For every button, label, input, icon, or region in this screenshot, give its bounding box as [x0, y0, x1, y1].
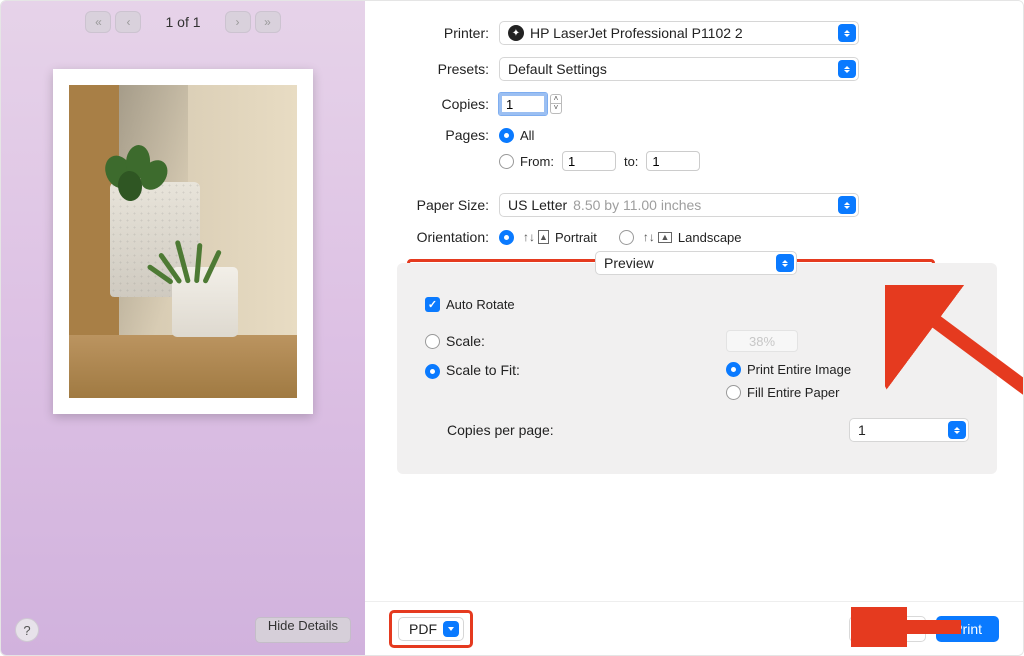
orientation-landscape-radio[interactable]: [619, 230, 634, 245]
copies-per-page-label: Copies per page:: [447, 422, 554, 438]
paper-size-label: Paper Size:: [391, 197, 499, 213]
page-counter: 1 of 1: [165, 14, 200, 30]
printer-value: HP LaserJet Professional P1102 2: [530, 25, 743, 41]
pages-from-input[interactable]: [562, 151, 616, 171]
print-button[interactable]: Print: [936, 616, 999, 642]
chevron-down-icon: [443, 621, 459, 637]
rotate-icon: ↑↓: [643, 230, 655, 244]
orientation-label: Orientation:: [391, 229, 499, 245]
pages-to-label: to:: [624, 154, 638, 169]
preview-pane: « ‹ 1 of 1 › » ? Hide Detail: [1, 1, 365, 655]
orientation-landscape-label: Landscape: [678, 230, 742, 245]
orientation-portrait-radio[interactable]: [499, 230, 514, 245]
print-dialog: « ‹ 1 of 1 › » ? Hide Detail: [0, 0, 1024, 656]
print-entire-label: Print Entire Image: [747, 362, 851, 377]
chevron-updown-icon: [776, 254, 794, 272]
copies-label: Copies:: [391, 96, 499, 112]
portrait-icon: ▲: [538, 230, 549, 244]
app-options-panel: Preview Auto Rotate Scale: Scale to Fit:: [397, 263, 997, 474]
rotate-icon: ↑↓: [523, 230, 535, 244]
fill-paper-label: Fill Entire Paper: [747, 385, 839, 400]
paper-dims: 8.50 by 11.00 inches: [573, 197, 701, 213]
scale-input[interactable]: [726, 330, 798, 352]
chevron-updown-icon: [948, 421, 966, 439]
first-page-button[interactable]: «: [85, 11, 111, 33]
landscape-icon: ▲: [658, 232, 672, 243]
printer-label: Printer:: [391, 25, 499, 41]
last-page-button[interactable]: »: [255, 11, 281, 33]
highlight-pdf: PDF: [389, 610, 473, 648]
settings-pane: Printer: ✦ HP LaserJet Professional P110…: [365, 1, 1023, 655]
page-nav: « ‹ 1 of 1 › »: [1, 1, 365, 39]
printer-status-icon: ✦: [508, 25, 524, 41]
orientation-portrait-label: Portrait: [555, 230, 597, 245]
pages-from-label: From:: [520, 154, 554, 169]
pdf-menu-button[interactable]: PDF: [398, 617, 464, 641]
next-page-button[interactable]: ›: [225, 11, 251, 33]
prev-page-button[interactable]: ‹: [115, 11, 141, 33]
pages-all-radio[interactable]: [499, 128, 514, 143]
copies-per-page-select[interactable]: 1: [849, 418, 969, 442]
page-thumbnail: [53, 69, 313, 414]
presets-label: Presets:: [391, 61, 499, 77]
presets-value: Default Settings: [508, 61, 607, 77]
thumbnail-image: [69, 85, 297, 398]
cancel-button[interactable]: Cancel: [849, 616, 927, 642]
preview-footer: ? Hide Details: [1, 605, 365, 655]
chevron-updown-icon: [838, 60, 856, 78]
scale-radio[interactable]: [425, 334, 440, 349]
scale-label: Scale:: [446, 333, 586, 349]
auto-rotate-checkbox[interactable]: [425, 297, 440, 312]
printer-select[interactable]: ✦ HP LaserJet Professional P1102 2: [499, 21, 859, 45]
pdf-label: PDF: [409, 621, 437, 637]
scale-to-fit-radio[interactable]: [425, 364, 440, 379]
pages-all-label: All: [520, 128, 534, 143]
chevron-updown-icon: [838, 24, 856, 42]
auto-rotate-label: Auto Rotate: [446, 297, 515, 312]
section-value: Preview: [604, 255, 654, 271]
presets-select[interactable]: Default Settings: [499, 57, 859, 81]
copies-per-page-value: 1: [858, 422, 866, 438]
pages-range-radio[interactable]: [499, 154, 514, 169]
help-button[interactable]: ?: [15, 618, 39, 642]
chevron-updown-icon: [838, 196, 856, 214]
copies-stepper[interactable]: ˄˅: [550, 94, 562, 114]
scale-to-fit-label: Scale to Fit:: [446, 362, 586, 378]
pages-label: Pages:: [391, 127, 499, 143]
page-thumbnail-area: [1, 39, 365, 414]
hide-details-button[interactable]: Hide Details: [255, 617, 351, 643]
fill-paper-radio[interactable]: [726, 385, 741, 400]
paper-size-select[interactable]: US Letter 8.50 by 11.00 inches: [499, 193, 859, 217]
print-entire-radio[interactable]: [726, 362, 741, 377]
section-select[interactable]: Preview: [595, 251, 797, 275]
dialog-footer: PDF Cancel Print: [365, 601, 1023, 655]
pages-to-input[interactable]: [646, 151, 700, 171]
paper-size-value: US Letter: [508, 197, 567, 213]
copies-input[interactable]: [499, 93, 547, 115]
